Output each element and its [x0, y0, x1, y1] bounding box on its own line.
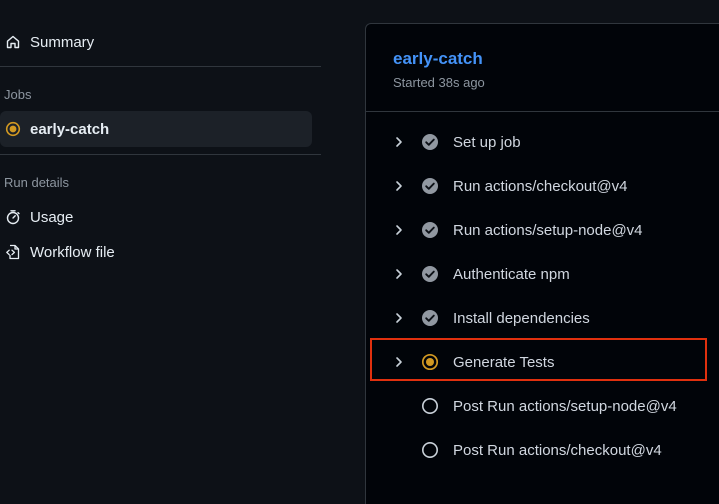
step-run-actions-setup-node[interactable]: Run actions/setup-node@v4	[391, 215, 643, 245]
sidebar-item-job[interactable]: early-catch	[0, 111, 312, 147]
chevron-right-icon[interactable]	[391, 178, 407, 194]
job-header: early-catch Started 38s ago	[393, 49, 485, 90]
sidebar-item-summary[interactable]: Summary	[0, 25, 94, 59]
check-circle-icon	[421, 309, 439, 327]
step-run-actions-checkout[interactable]: Run actions/checkout@v4	[391, 171, 628, 201]
step-label: Set up job	[453, 133, 521, 151]
sidebar-divider	[0, 66, 321, 67]
sidebar-item-label: early-catch	[30, 120, 110, 138]
check-circle-icon	[421, 177, 439, 195]
sidebar: Summary Jobs early-catch Run details Usa…	[0, 0, 322, 504]
check-circle-icon	[421, 221, 439, 239]
circle-icon	[421, 397, 439, 415]
step-label: Post Run actions/checkout@v4	[453, 441, 662, 459]
sidebar-item-label: Workflow file	[30, 243, 115, 261]
step-label: Install dependencies	[453, 309, 590, 327]
in-progress-icon	[421, 353, 439, 371]
check-circle-icon	[421, 265, 439, 283]
panel-divider	[366, 111, 719, 112]
file-code-icon	[4, 243, 22, 261]
sidebar-item-usage[interactable]: Usage	[0, 200, 73, 234]
home-icon	[4, 33, 22, 51]
sidebar-item-label: Summary	[30, 33, 95, 51]
chevron-right-icon[interactable]	[391, 134, 407, 150]
check-circle-icon	[421, 133, 439, 151]
circle-icon	[421, 441, 439, 459]
stopwatch-icon	[4, 208, 22, 226]
run-details-heading: Run details	[4, 175, 70, 190]
job-started-time: Started 38s ago	[393, 75, 485, 90]
workflow-run-page: Summary Jobs early-catch Run details Usa…	[0, 0, 719, 504]
step-authenticate-npm[interactable]: Authenticate npm	[391, 259, 570, 289]
step-label: Generate Tests	[453, 353, 555, 371]
chevron-right-icon[interactable]	[391, 354, 407, 370]
chevron-right-icon[interactable]	[391, 222, 407, 238]
sidebar-divider	[0, 154, 321, 155]
step-post-run-setup-node[interactable]: Post Run actions/setup-node@v4	[391, 391, 677, 421]
step-label: Post Run actions/setup-node@v4	[453, 397, 677, 415]
chevron-right-icon[interactable]	[391, 310, 407, 326]
step-label: Authenticate npm	[453, 265, 570, 283]
in-progress-icon	[4, 120, 22, 138]
step-set-up-job[interactable]: Set up job	[391, 127, 521, 157]
jobs-heading: Jobs	[4, 87, 32, 102]
step-generate-tests[interactable]: Generate Tests	[391, 347, 554, 377]
chevron-right-icon[interactable]	[391, 266, 407, 282]
step-install-dependencies[interactable]: Install dependencies	[391, 303, 590, 333]
job-panel: early-catch Started 38s ago Set up job R…	[365, 23, 719, 504]
step-label: Run actions/checkout@v4	[453, 177, 628, 195]
step-post-run-checkout[interactable]: Post Run actions/checkout@v4	[391, 435, 662, 465]
sidebar-item-label: Usage	[30, 208, 74, 226]
job-title-link[interactable]: early-catch	[393, 49, 485, 69]
step-label: Run actions/setup-node@v4	[453, 221, 643, 239]
sidebar-item-workflow-file[interactable]: Workflow file	[0, 235, 115, 269]
